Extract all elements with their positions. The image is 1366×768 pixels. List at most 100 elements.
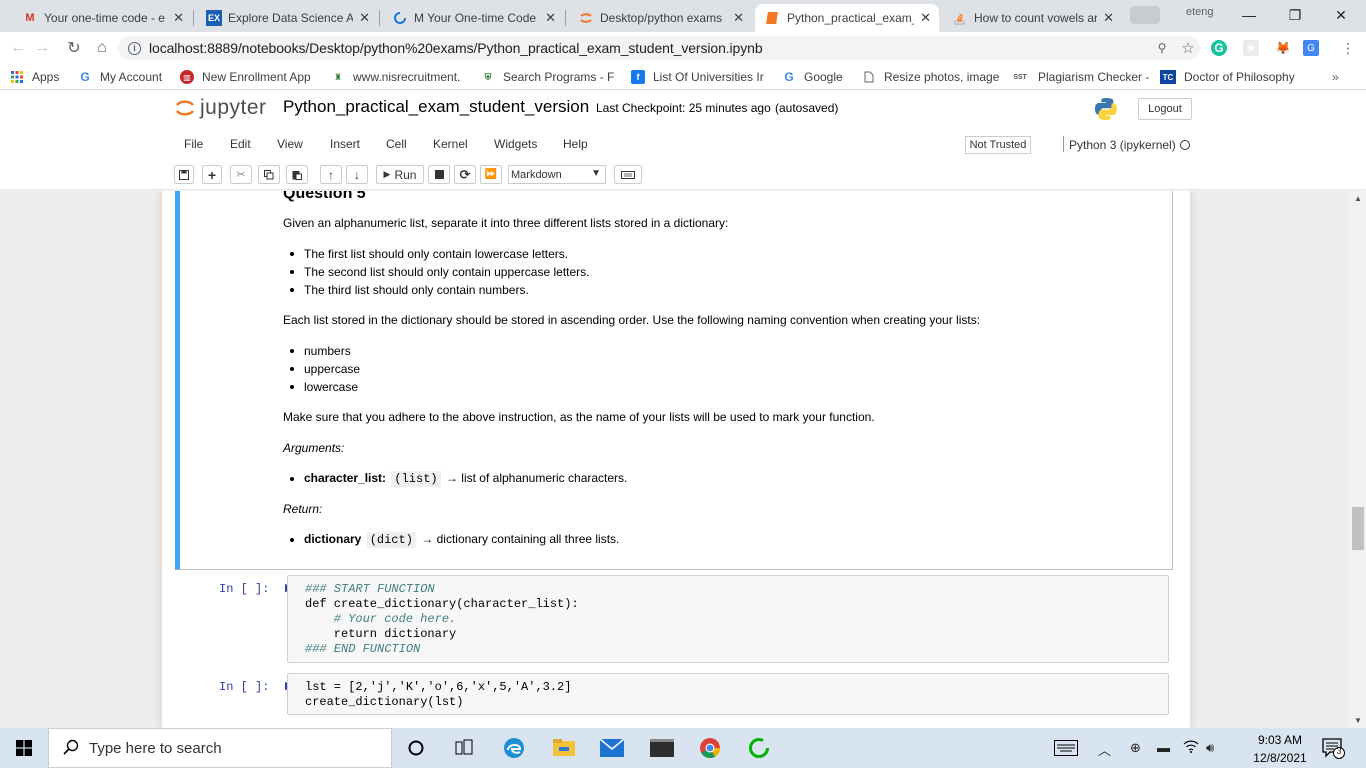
bookmark-nisrecruitment[interactable]: ♜ www.nisrecruitment. [331, 68, 469, 86]
grammarly-icon[interactable]: G [1211, 40, 1227, 56]
run-button[interactable]: ▶ Run [376, 165, 424, 184]
edge-icon[interactable] [502, 736, 526, 760]
save-icon[interactable] [174, 165, 194, 184]
bank-icon: ▥ [180, 70, 194, 84]
jupyter-logo-icon [174, 97, 196, 119]
chevron-up-icon[interactable]: ︿ [1098, 740, 1111, 759]
menu-kebab-icon[interactable]: ⋮ [1340, 40, 1356, 56]
wifi-icon[interactable] [1183, 740, 1199, 756]
file-explorer-icon[interactable] [552, 736, 576, 760]
metamask-icon[interactable]: 🦊 [1275, 40, 1291, 56]
address-bar[interactable]: i localhost:8889/notebooks/Desktop/pytho… [118, 36, 1200, 60]
menu-insert[interactable]: Insert [330, 137, 360, 151]
restart-run-all-icon[interactable]: ⏩ [480, 165, 502, 184]
menu-cell[interactable]: Cell [386, 137, 407, 151]
loading-app-icon[interactable] [747, 736, 771, 760]
bookmark-universities[interactable]: f List Of Universities Ir [631, 68, 773, 86]
code-cell[interactable]: ### START FUNCTION def create_dictionary… [287, 575, 1169, 663]
bookmarks-overflow-icon[interactable]: » [1332, 68, 1339, 86]
terminal-icon[interactable] [650, 736, 674, 760]
reload-icon[interactable]: ↻ [62, 36, 86, 60]
move-up-icon[interactable]: ↑ [320, 165, 342, 184]
back-icon[interactable]: ← [6, 36, 30, 60]
chrome-icon[interactable] [698, 736, 722, 760]
device-icon[interactable]: ⊕ [1130, 740, 1141, 756]
site-info-icon[interactable]: i [128, 41, 141, 55]
home-icon[interactable]: ⌂ [90, 36, 114, 60]
scroll-down-icon[interactable]: ▼ [1354, 716, 1362, 725]
close-tab-icon[interactable]: ✕ [733, 10, 744, 26]
kernel-name[interactable]: Python 3 (ipykernel) [1069, 138, 1176, 152]
copy-icon[interactable] [258, 165, 280, 184]
notification-center-icon[interactable]: 3 [1322, 738, 1346, 763]
bookmark-my-account[interactable]: G My Account [78, 68, 178, 86]
paste-icon[interactable] [286, 165, 308, 184]
tab-title: Your one-time code - e [44, 11, 165, 25]
menu-help[interactable]: Help [563, 137, 588, 151]
bookmark-enrollment[interactable]: ▥ New Enrollment App [180, 68, 318, 86]
windows-start-icon[interactable] [0, 728, 48, 768]
code-line: # Your code here. [305, 612, 457, 626]
menu-edit[interactable]: Edit [230, 137, 251, 151]
close-tab-icon[interactable]: ✕ [545, 10, 556, 26]
insert-cell-icon[interactable]: + [202, 165, 222, 184]
bookmark-apps[interactable]: Apps [10, 68, 72, 86]
restore-icon[interactable]: ❐ [1272, 0, 1318, 30]
forward-icon[interactable]: → [30, 36, 54, 60]
menu-file[interactable]: File [184, 137, 203, 151]
page-scrollbar[interactable]: ▲ ▼ [1350, 191, 1366, 728]
translate-icon[interactable]: G [1303, 40, 1319, 56]
browser-tab[interactable]: EX Explore Data Science Ac ✕ [196, 4, 378, 32]
logout-button[interactable]: Logout [1138, 98, 1192, 120]
menu-view[interactable]: View [277, 137, 303, 151]
jupyter-logo[interactable]: jupyter [174, 96, 267, 120]
url-text[interactable]: localhost:8889/notebooks/Desktop/python%… [149, 40, 763, 56]
taskbar-clock[interactable]: 9:03 AM 12/8/2021 [1252, 731, 1308, 767]
bookmark-search-programs[interactable]: ⛨ Search Programs - F [481, 68, 621, 86]
keyboard-icon[interactable] [614, 165, 642, 184]
move-down-icon[interactable]: ↓ [346, 165, 368, 184]
menu-widgets[interactable]: Widgets [494, 137, 537, 151]
scroll-up-icon[interactable]: ▲ [1354, 194, 1362, 203]
scrollbar-thumb[interactable] [1352, 507, 1364, 550]
bookmark-google[interactable]: G Google [782, 68, 852, 86]
mail-icon[interactable] [600, 736, 624, 760]
menu-kernel[interactable]: Kernel [433, 137, 468, 151]
minimize-icon[interactable]: — [1226, 0, 1272, 30]
browser-tab[interactable]: M Your one-time code - e ✕ [12, 4, 192, 32]
task-view-icon[interactable] [452, 736, 476, 760]
profile-name[interactable]: eteng [1186, 6, 1214, 18]
close-tab-icon[interactable]: ✕ [359, 10, 370, 26]
browser-tab[interactable]: M Your One-time Code ✕ [382, 4, 564, 32]
browser-tab[interactable]: How to count vowels ar ✕ [942, 4, 1122, 32]
close-tab-icon[interactable]: ✕ [920, 10, 931, 26]
return-item: dictionary (dict) → dictionary containin… [304, 532, 619, 548]
bookmark-star-icon[interactable]: ☆ [1180, 40, 1196, 57]
cell-type-select[interactable]: Markdown ▼ [508, 165, 606, 184]
keyboard-tray-icon[interactable] [1054, 740, 1078, 759]
bookmark-plagiarism[interactable]: SST Plagiarism Checker - [1010, 68, 1150, 86]
restart-icon[interactable]: ⟳ [454, 165, 476, 184]
new-tab-button[interactable] [1130, 6, 1160, 24]
close-tab-icon[interactable]: ✕ [173, 10, 184, 26]
markdown-cell-selected[interactable]: Question 5 Given an alphanumeric list, s… [175, 191, 1173, 570]
browser-tab[interactable]: Desktop/python exams ✕ [568, 4, 752, 32]
bookmark-resize-photos[interactable]: Resize photos, image [862, 68, 1000, 86]
taskbar-search-box[interactable]: Type here to search [48, 728, 392, 768]
cut-icon[interactable]: ✂ [230, 165, 252, 184]
interrupt-icon[interactable] [428, 165, 450, 184]
notebook-name[interactable]: Python_practical_exam_student_version [283, 97, 589, 117]
close-tab-icon[interactable]: ✕ [1103, 10, 1114, 26]
trust-button[interactable]: Not Trusted [965, 136, 1031, 154]
code-cell[interactable]: lst = [2,'j','K','o',6,'x',5,'A',3.2] cr… [287, 673, 1169, 715]
zoom-search-icon[interactable]: ⚲ [1154, 40, 1170, 56]
volume-icon[interactable]: 🔊︎ [1206, 740, 1214, 756]
extension-icon[interactable]: ★ [1243, 40, 1259, 56]
cortana-icon[interactable] [404, 736, 428, 760]
bookmark-doctor-philosophy[interactable]: TC Doctor of Philosophy [1160, 68, 1298, 86]
browser-tab-active[interactable]: Python_practical_exam_ ✕ [755, 4, 939, 32]
battery-icon[interactable]: ▬ [1157, 740, 1170, 755]
name-item: uppercase [304, 362, 361, 376]
close-window-icon[interactable]: ✕ [1318, 0, 1364, 30]
bullet-icon [290, 288, 294, 292]
